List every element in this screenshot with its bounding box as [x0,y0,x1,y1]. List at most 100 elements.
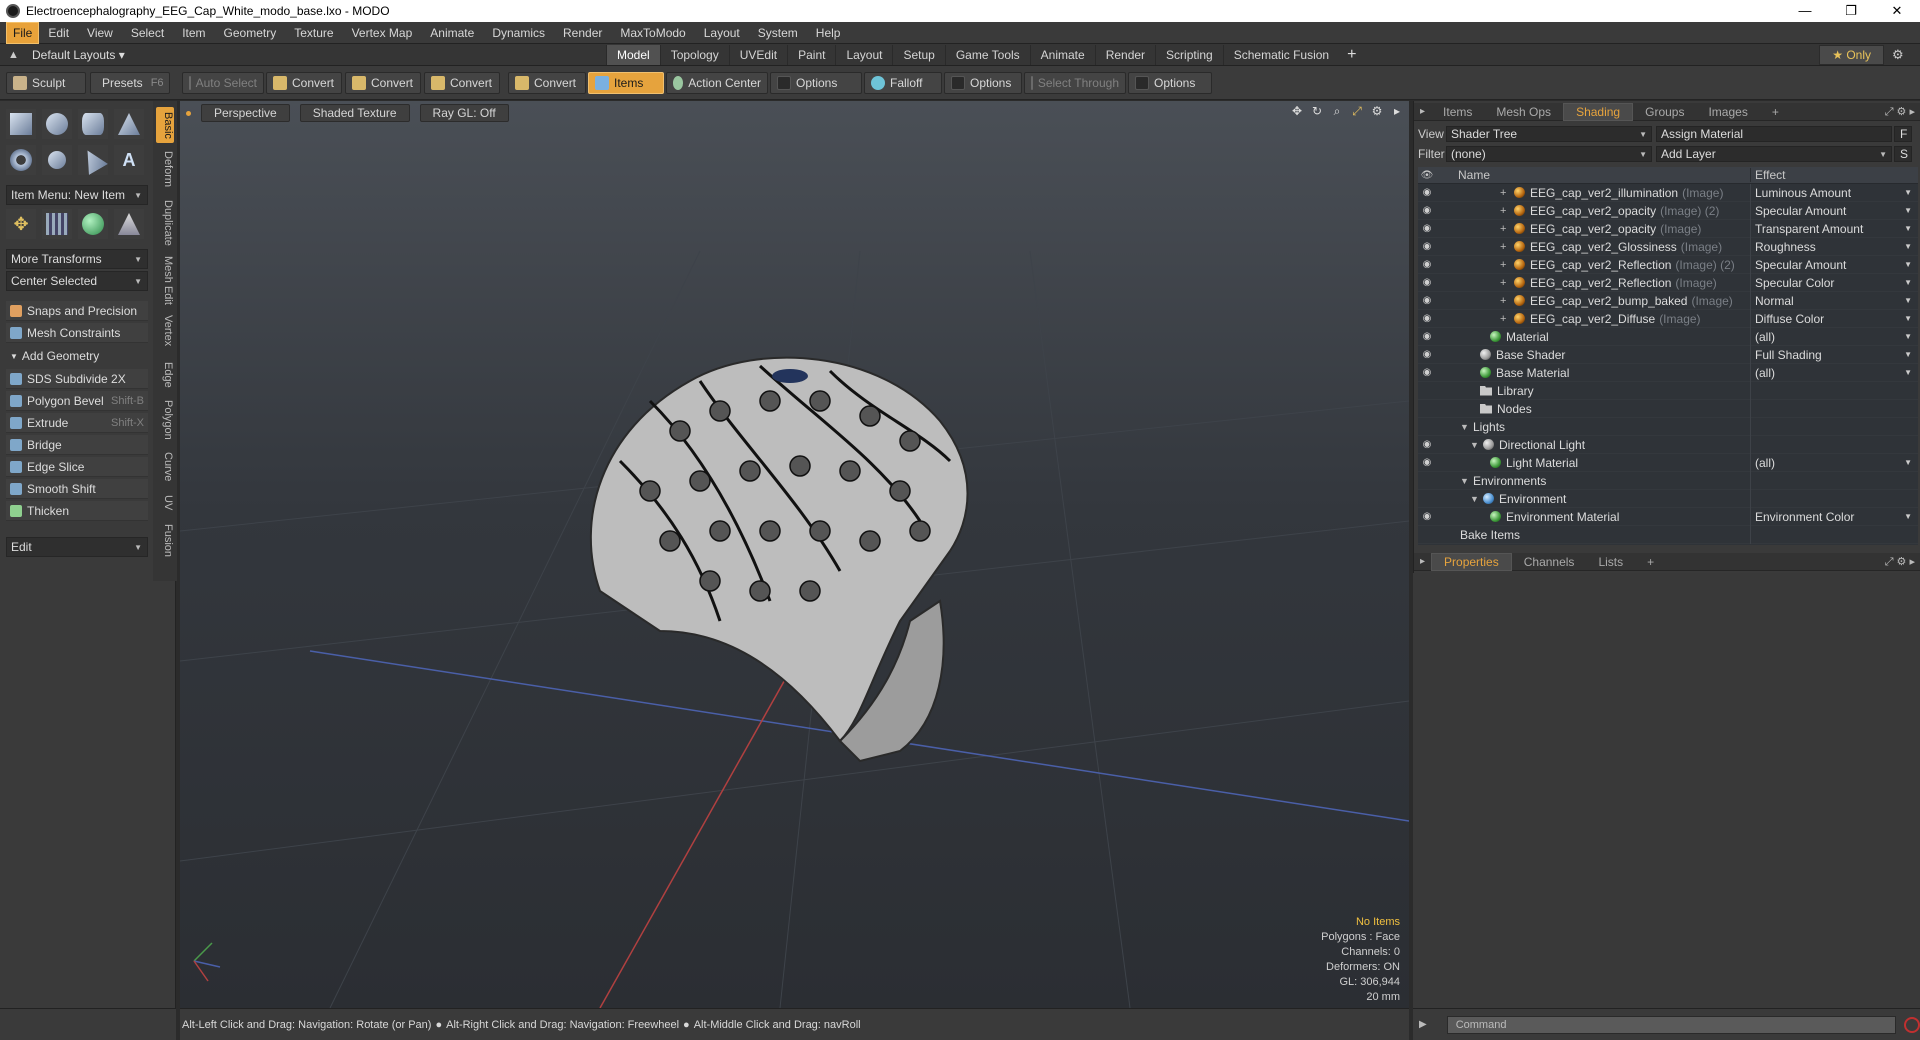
perspective-button[interactable]: Perspective [201,104,290,122]
expand-plus-icon[interactable]: + [1500,223,1510,235]
items-mode-button[interactable]: Items [588,72,664,94]
effect-cell[interactable]: Environment Color ▼ [1750,507,1918,526]
collapse-arrow-icon[interactable]: ▼ [1470,440,1480,450]
pan-icon[interactable]: ✥ [1290,104,1304,118]
eye-icon[interactable]: ◉ [1418,439,1436,450]
extrude-button[interactable]: Extrude Shift-X [6,413,148,433]
eye-icon[interactable]: ◉ [1418,187,1436,198]
menu-select[interactable]: Select [122,23,173,43]
close-button[interactable]: ✕ [1874,3,1920,19]
tree-row[interactable]: ◉ + EEG_cap_ver2_bump_baked (Image) Normal ▼ [1418,291,1918,310]
vtab-curve[interactable]: Curve [156,449,174,485]
tree-row[interactable]: ◉ + EEG_cap_ver2_Diffuse (Image) Diffuse Col… [1418,309,1918,328]
tree-row[interactable]: ◉ Environment Material Environment Color ▼ [1418,507,1918,526]
more-transforms-dropdown[interactable]: More Transforms ▼ [6,249,148,269]
layout-selector[interactable]: ▲ Default Layouts ▾ [0,48,606,62]
convert-polygons-button[interactable]: Convert [424,72,500,94]
command-input[interactable]: Command [1446,1015,1897,1034]
tab-paint[interactable]: Paint [787,44,835,65]
sphere-tool[interactable] [42,109,72,139]
auto-select-button[interactable]: Auto Select [182,72,264,94]
effect-cell[interactable]: Luminous Amount ▼ [1750,183,1918,202]
menu-item[interactable]: Item [173,23,214,43]
eye-icon[interactable]: ◉ [1418,277,1436,288]
tab-schematic-fusion[interactable]: Schematic Fusion [1222,44,1339,65]
globe-tool[interactable] [78,209,108,239]
menu-texture[interactable]: Texture [285,23,342,43]
tree-row[interactable]: ▼ Lights [1418,417,1918,436]
text-tool[interactable]: A [114,145,144,175]
add-layer-dropdown[interactable]: Add Layer ▼ [1656,146,1892,162]
expand-plus-icon[interactable]: + [1500,313,1510,325]
select-through-button[interactable]: Select Through [1024,72,1126,94]
grid-tool[interactable] [42,209,72,239]
tube-tool[interactable] [42,145,72,175]
tree-row[interactable]: ◉ + EEG_cap_ver2_illumination (Image) Lumino… [1418,183,1918,202]
tab-scripting[interactable]: Scripting [1155,44,1223,65]
collapse-arrow-icon[interactable]: ▼ [1460,476,1470,486]
cone-tool[interactable] [114,109,144,139]
effect-cell[interactable]: (all) ▼ [1750,453,1918,472]
tab-items[interactable]: Items [1431,104,1484,120]
vtab-edge[interactable]: Edge [156,359,174,391]
expand-plus-icon[interactable]: + [1500,277,1510,289]
tree-row[interactable]: ◉ + EEG_cap_ver2_opacity (Image) (2) Specula… [1418,201,1918,220]
tab-shading[interactable]: Shading [1563,102,1634,121]
menu-view[interactable]: View [78,23,122,43]
tree-row[interactable]: ◉ Light Material (all) ▼ [1418,453,1918,472]
add-panel-tab[interactable]: + [1760,104,1791,120]
menu-animate[interactable]: Animate [421,23,483,43]
effect-cell[interactable]: Full Shading ▼ [1750,345,1918,364]
filter-dropdown[interactable]: (none) ▼ [1446,146,1652,162]
gear-icon[interactable]: ⚙ [1892,47,1910,63]
eye-icon[interactable]: ◉ [1418,223,1436,234]
assign-f-button[interactable]: F [1894,126,1912,142]
torus-tool[interactable] [6,145,36,175]
convert-items-button[interactable]: Convert [508,72,586,94]
vtab-basic[interactable]: Basic [156,107,174,143]
tab-lists[interactable]: Lists [1586,554,1635,570]
effect-cell[interactable]: Specular Amount ▼ [1750,201,1918,220]
effect-cell[interactable]: (all) ▼ [1750,327,1918,346]
record-macro-icon[interactable] [1904,1016,1920,1033]
panel-options-icons[interactable]: ⤢ ⚙ ▸ [1885,555,1915,569]
collapse-arrow-icon[interactable]: ▼ [1470,494,1480,504]
cube-tool[interactable] [6,109,36,139]
viewport-scene[interactable] [180,101,1409,1008]
expand-plus-icon[interactable]: + [1500,241,1510,253]
sds-subdivide-button[interactable]: SDS Subdivide 2X [6,369,148,389]
tab-mesh-ops[interactable]: Mesh Ops [1484,104,1563,120]
menu-render[interactable]: Render [554,23,611,43]
action-center-button[interactable]: Action Center [666,72,768,94]
effect-cell[interactable]: (all) ▼ [1750,363,1918,382]
select-through-options-button[interactable]: Options [1128,72,1212,94]
name-column-header[interactable]: Name [1436,168,1750,182]
tab-animate[interactable]: Animate [1029,44,1095,65]
tab-uvedit[interactable]: UVEdit [728,44,787,65]
mesh-constraints-button[interactable]: Mesh Constraints [6,323,148,343]
vtab-deform[interactable]: Deform [156,147,174,191]
plane-tool[interactable] [114,209,144,239]
shaded-texture-button[interactable]: Shaded Texture [299,104,410,122]
tab-setup[interactable]: Setup [892,44,944,65]
snaps-precision-button[interactable]: Snaps and Precision [6,301,148,321]
add-layer-s-button[interactable]: S [1894,146,1912,162]
bridge-button[interactable]: Bridge [6,435,148,455]
tree-row[interactable]: Nodes [1418,399,1918,418]
panel-arrow-icon[interactable]: ▸ [1414,554,1431,570]
eye-icon[interactable]: ◉ [1418,241,1436,252]
tab-groups[interactable]: Groups [1633,104,1696,120]
smooth-shift-button[interactable]: Smooth Shift [6,479,148,499]
zoom-icon[interactable]: ⌕ [1330,104,1344,118]
viewport-gear-icon[interactable]: ⚙ [1370,104,1384,118]
tree-row[interactable]: Bake Items [1418,525,1918,544]
tab-model[interactable]: Model [606,44,660,65]
default-layouts-dropdown[interactable]: Default Layouts ▾ [32,48,125,62]
effect-cell[interactable]: Specular Color ▼ [1750,273,1918,292]
tree-row[interactable]: ◉ + EEG_cap_ver2_Reflection (Image) Specular… [1418,273,1918,292]
menu-layout[interactable]: Layout [695,23,749,43]
menu-geometry[interactable]: Geometry [215,23,286,43]
expand-plus-icon[interactable]: + [1500,205,1510,217]
effect-cell[interactable]: Normal ▼ [1750,291,1918,310]
effect-cell[interactable]: Specular Amount ▼ [1750,255,1918,274]
